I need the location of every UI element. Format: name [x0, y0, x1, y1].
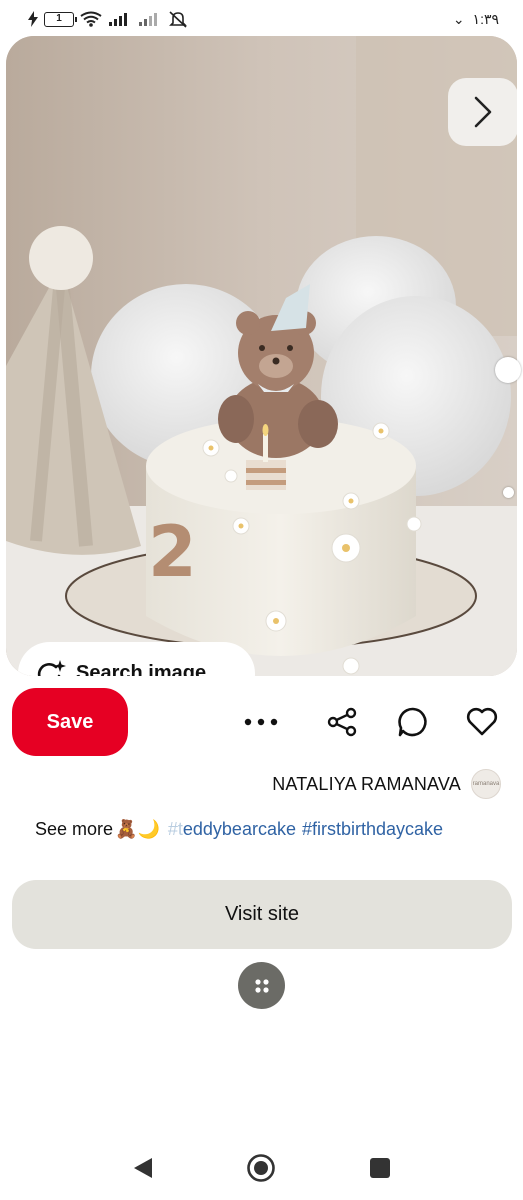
home-icon — [247, 1154, 275, 1182]
data-arrow-icon: ⌄ — [452, 11, 465, 27]
carousel-dot[interactable] — [503, 487, 514, 498]
see-more-link[interactable]: See more — [35, 819, 113, 840]
visual-search-icon — [37, 659, 66, 676]
comment-button[interactable] — [396, 705, 430, 739]
avatar[interactable]: ramanava — [471, 769, 501, 799]
hashtag-link[interactable]: eddybearcake — [183, 819, 296, 840]
signal-icon — [139, 13, 157, 26]
chevron-right-icon — [474, 96, 492, 128]
heart-icon — [466, 707, 498, 736]
description-emoji: 🧸🌙 — [115, 818, 160, 839]
hashtag-faded[interactable]: #t — [168, 819, 183, 840]
four-dots-icon — [254, 978, 269, 993]
visit-site-button[interactable]: Visit site — [12, 880, 512, 949]
more-icon — [244, 718, 278, 726]
carousel-dot[interactable] — [495, 357, 521, 383]
comment-icon — [398, 707, 427, 737]
back-icon — [134, 1158, 152, 1178]
system-nav-bar — [0, 1135, 523, 1200]
like-button[interactable] — [465, 705, 499, 739]
back-button[interactable] — [126, 1151, 160, 1185]
muted-bell-icon — [169, 11, 187, 28]
battery-icon: 1 — [44, 11, 77, 27]
more-options-button[interactable] — [244, 705, 278, 739]
more-options-fab[interactable] — [238, 962, 285, 1009]
status-icons-left: 1 — [28, 9, 188, 29]
search-image-button[interactable]: Search image — [18, 642, 255, 676]
pin-description: See more 🧸🌙 #t eddybearcake #firstbirthda… — [35, 815, 515, 843]
recents-button[interactable] — [363, 1151, 397, 1185]
hashtag-link[interactable]: #firstbirthdaycake — [302, 819, 443, 840]
signal-icon — [109, 13, 127, 26]
next-image-button[interactable] — [448, 78, 517, 146]
search-image-label: Search image — [76, 662, 207, 676]
status-icons-right: ⌄ ۱:۳۹ — [453, 9, 499, 29]
avatar-text: ramanava — [472, 781, 500, 787]
wifi-icon — [80, 11, 102, 27]
creator-link[interactable]: NATALIYA RAMANAVA ramanava — [272, 768, 501, 800]
share-button[interactable] — [325, 705, 359, 739]
pin-image[interactable]: 2 Search image — [6, 36, 517, 676]
home-button[interactable] — [244, 1151, 278, 1185]
save-button[interactable]: Save — [12, 688, 128, 756]
share-icon — [327, 707, 357, 737]
svg-text:2: 2 — [148, 511, 197, 593]
cake-photo: 2 — [6, 36, 517, 676]
creator-name: NATALIYA RAMANAVA — [272, 773, 461, 794]
status-time: ۱:۳۹ — [472, 10, 499, 27]
charging-icon — [28, 11, 38, 27]
recents-icon — [370, 1158, 390, 1178]
status-bar: 1 ⌄ ۱:۳۹ — [0, 0, 523, 36]
